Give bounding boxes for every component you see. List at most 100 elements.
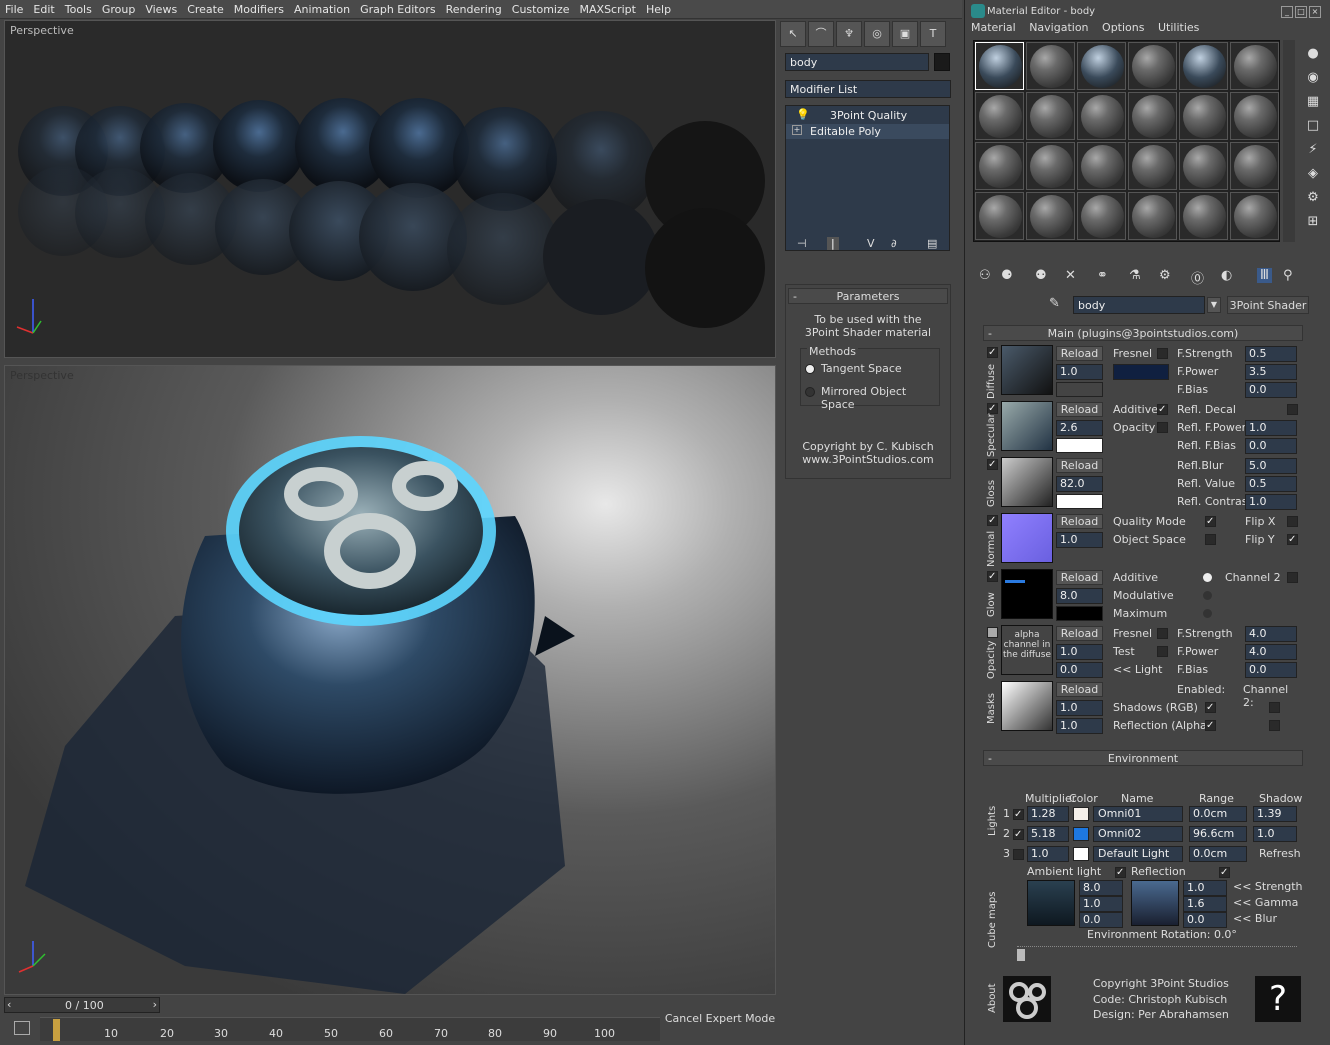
motion-tab-icon[interactable]: ◎: [864, 21, 890, 47]
stack-item-editable-poly[interactable]: + Editable Poly: [786, 124, 949, 139]
put-library-icon[interactable]: ⚙: [1159, 268, 1171, 283]
sample-slot[interactable]: [1179, 142, 1228, 190]
normal-reload-button[interactable]: Reload: [1056, 514, 1103, 529]
ambient-blur-spinner[interactable]: 0.0: [1079, 912, 1123, 928]
menu-animation[interactable]: Animation: [289, 0, 355, 16]
hierarchy-tab-icon[interactable]: ♆: [836, 21, 862, 47]
pick-material-icon[interactable]: ✎: [1049, 296, 1060, 311]
fresnel-color-swatch[interactable]: [1113, 364, 1169, 380]
minimize-icon[interactable]: _: [1281, 6, 1293, 18]
glow-amount-spinner[interactable]: 8.0: [1056, 588, 1103, 604]
reflection-cubemap-thumb[interactable]: [1131, 880, 1179, 926]
gloss-map-thumb[interactable]: [1001, 457, 1053, 507]
expand-icon[interactable]: +: [792, 125, 802, 135]
modifier-stack[interactable]: 💡 3Point Quality Normals + Editable Poly: [785, 105, 950, 251]
sample-slot[interactable]: [1179, 42, 1228, 90]
refl-value-spinner[interactable]: 0.5: [1245, 476, 1297, 492]
refl-contrast-spinner[interactable]: 1.0: [1245, 494, 1297, 510]
light-color-swatch[interactable]: [1073, 827, 1089, 841]
masks-reflection-spinner[interactable]: 1.0: [1056, 718, 1103, 734]
sample-slot[interactable]: [1179, 192, 1228, 240]
stack-item-normals[interactable]: 💡 3Point Quality Normals: [786, 108, 949, 135]
specular-opacity-checkbox[interactable]: [1157, 422, 1168, 433]
sample-slot[interactable]: [1230, 42, 1279, 90]
diffuse-fresnel-checkbox[interactable]: [1157, 348, 1168, 359]
masks-map-thumb[interactable]: [1001, 681, 1053, 731]
time-slider[interactable]: 0 / 100 ‹ ›: [4, 997, 160, 1013]
put-to-scene-icon[interactable]: ⚈: [1001, 268, 1013, 283]
object-color-swatch[interactable]: [934, 53, 950, 71]
light-name-field[interactable]: Omni02: [1093, 826, 1183, 842]
glow-enable-checkbox[interactable]: [987, 571, 998, 582]
mat-menu-material[interactable]: Material: [971, 21, 1016, 34]
light-range-spinner[interactable]: 0.0cm: [1189, 846, 1247, 862]
menu-help[interactable]: Help: [641, 0, 676, 16]
light-enable-checkbox[interactable]: [1013, 809, 1024, 820]
refl-decal-checkbox[interactable]: [1287, 404, 1298, 415]
menu-file[interactable]: File: [0, 0, 28, 16]
flip-y-checkbox[interactable]: [1287, 534, 1298, 545]
sample-slot[interactable]: [1230, 192, 1279, 240]
glow-additive-radio[interactable]: [1203, 573, 1212, 582]
glow-maximum-radio[interactable]: [1203, 609, 1212, 618]
light-multiplier-spinner[interactable]: 5.18: [1027, 826, 1069, 842]
sample-slot[interactable]: [1026, 92, 1075, 140]
backlight-icon[interactable]: ◉: [1301, 66, 1325, 90]
menu-graph-editors[interactable]: Graph Editors: [355, 0, 441, 16]
diffuse-color-swatch[interactable]: [1056, 382, 1103, 397]
mirrored-space-radio[interactable]: [805, 387, 815, 397]
light-multiplier-spinner[interactable]: 1.0: [1027, 846, 1069, 862]
diffuse-fstrength-spinner[interactable]: 0.5: [1245, 346, 1297, 362]
sample-slot[interactable]: [1077, 92, 1126, 140]
opacity-test-checkbox[interactable]: [1157, 646, 1168, 657]
options-icon[interactable]: ⚙: [1301, 186, 1325, 210]
object-name-field[interactable]: body: [785, 53, 929, 71]
pin-stack-icon[interactable]: ⊣: [797, 237, 807, 250]
normal-enable-checkbox[interactable]: [987, 515, 998, 526]
specular-amount-spinner[interactable]: 2.6: [1056, 420, 1103, 436]
light-multiplier-spinner[interactable]: 1.28: [1027, 806, 1069, 822]
light-name-field[interactable]: Default Light: [1093, 846, 1183, 862]
glow-color-swatch[interactable]: [1056, 606, 1103, 621]
light-range-spinner[interactable]: 0.0cm: [1189, 806, 1247, 822]
diffuse-map-thumb[interactable]: [1001, 345, 1053, 395]
ambient-strength-spinner[interactable]: 8.0: [1079, 880, 1123, 896]
remove-modifier-icon[interactable]: ∂: [891, 237, 897, 250]
tangent-space-radio[interactable]: [805, 364, 815, 374]
gloss-enable-checkbox[interactable]: [987, 459, 998, 470]
uv-tiling-icon[interactable]: □: [1301, 114, 1325, 138]
slots-scrollbar[interactable]: [1283, 40, 1295, 242]
glow-map-thumb[interactable]: [1001, 569, 1053, 619]
ambient-gamma-spinner[interactable]: 1.0: [1079, 896, 1123, 912]
environment-rotation-slider[interactable]: [1017, 946, 1297, 961]
sample-slot[interactable]: [975, 192, 1024, 240]
viewport-bottom[interactable]: Perspective: [4, 365, 776, 995]
light-name-field[interactable]: Omni01: [1093, 806, 1183, 822]
reflection-gamma-spinner[interactable]: 1.6: [1183, 896, 1227, 912]
glow-reload-button[interactable]: Reload: [1056, 570, 1103, 585]
cancel-expert-mode-button[interactable]: Cancel Expert Mode: [660, 999, 780, 1039]
sample-slot[interactable]: [1128, 92, 1177, 140]
shadows-enabled-checkbox[interactable]: [1205, 702, 1216, 713]
rotation-slider-thumb[interactable]: [1017, 949, 1025, 961]
gloss-reload-button[interactable]: Reload: [1056, 458, 1103, 473]
refl-blur-spinner[interactable]: 5.0: [1245, 458, 1297, 474]
utilities-tab-icon[interactable]: T: [920, 21, 946, 47]
light-range-spinner[interactable]: 96.6cm: [1189, 826, 1247, 842]
specular-reload-button[interactable]: Reload: [1056, 402, 1103, 417]
opacity-fstrength-spinner[interactable]: 4.0: [1245, 626, 1297, 642]
sample-slot[interactable]: [1077, 42, 1126, 90]
glow-channel2-checkbox[interactable]: [1287, 572, 1298, 583]
sample-slot[interactable]: [1179, 92, 1228, 140]
get-material-icon[interactable]: ⚇: [979, 268, 991, 283]
mat-menu-options[interactable]: Options: [1102, 21, 1144, 34]
create-tab-icon[interactable]: ↖: [780, 21, 806, 47]
help-button[interactable]: ?: [1255, 976, 1301, 1022]
refl-fpower-spinner[interactable]: 1.0: [1245, 420, 1297, 436]
close-icon[interactable]: ×: [1309, 6, 1321, 18]
sample-slot[interactable]: [1026, 142, 1075, 190]
show-end-result-mat-icon[interactable]: Ⅲ: [1257, 268, 1272, 283]
sample-slot[interactable]: [1077, 192, 1126, 240]
go-parent-icon[interactable]: ⚲: [1283, 268, 1293, 283]
sample-slot[interactable]: [975, 92, 1024, 140]
